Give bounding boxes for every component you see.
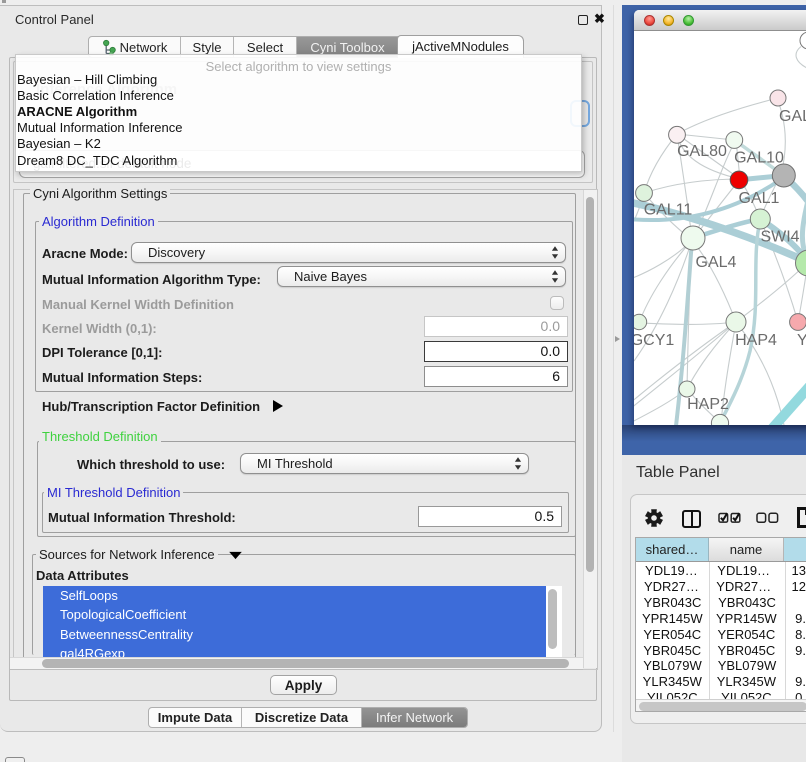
svg-text:GAL7: GAL7 [779,108,806,125]
svg-text:GAL11: GAL11 [644,202,693,219]
svg-text:GCY1: GCY1 [634,332,674,349]
svg-text:SWI4: SWI4 [760,229,799,246]
svg-text:HAP2: HAP2 [687,396,729,413]
svg-text:HAP4: HAP4 [735,332,777,349]
svg-text:GAL4: GAL4 [696,254,737,271]
svg-text:GAL10: GAL10 [734,150,784,167]
svg-text:YJ: YJ [797,332,806,349]
svg-text:GAL80: GAL80 [677,143,727,160]
svg-text:GAL1: GAL1 [739,190,780,207]
